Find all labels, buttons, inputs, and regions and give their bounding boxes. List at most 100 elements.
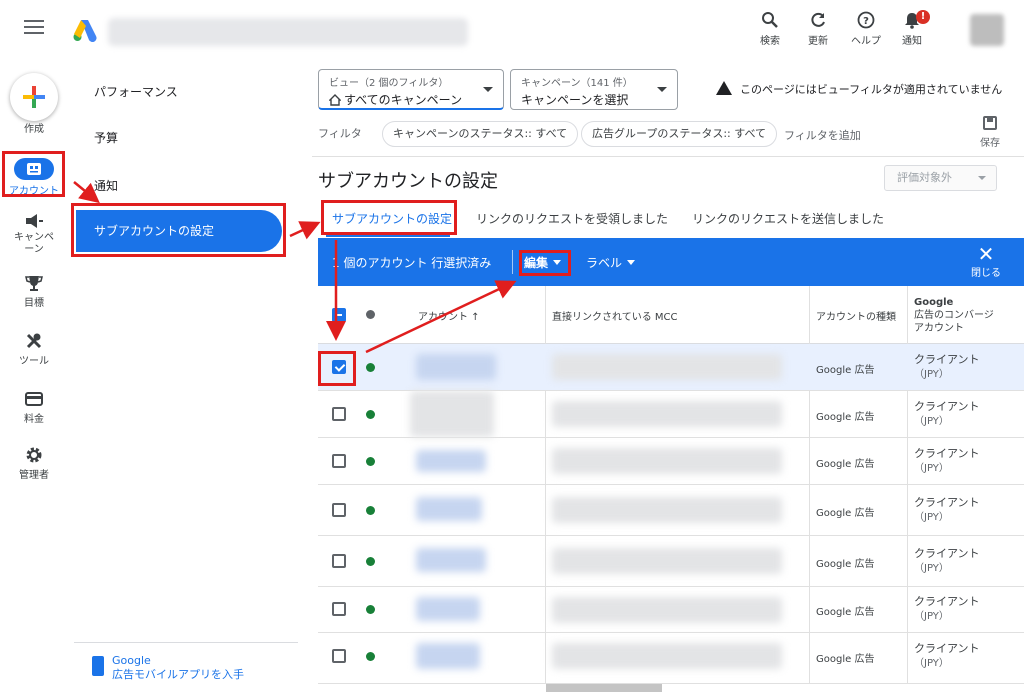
billing-icon	[0, 388, 68, 410]
horizontal-scrollbar[interactable]	[546, 684, 662, 692]
table-row[interactable]: Google 広告 クライアント （JPY）	[318, 536, 1024, 587]
subnav-item-performance[interactable]: パフォーマンス	[94, 83, 178, 100]
filter-chip-campaign-status[interactable]: キャンペーンのステータス:: すべて	[382, 121, 579, 147]
filter-chip-adgroup-status[interactable]: 広告グループのステータス:: すべて	[581, 121, 778, 147]
table-row[interactable]: Google 広告 クライアント （JPY）	[318, 587, 1024, 633]
account-name-redacted[interactable]	[416, 643, 480, 669]
annotation-box-tab	[321, 200, 457, 235]
refresh-button[interactable]: 更新	[792, 8, 844, 47]
tab-link-requests-sent[interactable]: リンクのリクエストを送信しました	[692, 210, 884, 227]
nav-billing-label: 料金	[24, 414, 44, 425]
row-checkbox[interactable]	[332, 407, 346, 421]
home-icon	[328, 94, 342, 109]
search-button[interactable]: 検索	[744, 8, 796, 47]
status-enabled-icon	[366, 363, 375, 372]
help-icon: ?	[840, 8, 892, 32]
notification-badge: !	[916, 10, 930, 24]
mcc-name-redacted	[552, 597, 782, 623]
row-checkbox[interactable]	[332, 503, 346, 517]
nav-item-campaign[interactable]: キャンペーン	[0, 210, 68, 256]
nav-item-goals[interactable]: 目標	[0, 272, 68, 309]
subnav-item-budget[interactable]: 予算	[94, 129, 118, 146]
table-row[interactable]: Google 広告 クライアント （JPY）	[318, 438, 1024, 485]
close-button[interactable]: ✕ 閉じる	[968, 244, 1004, 279]
help-button[interactable]: ? ヘルプ	[840, 8, 892, 47]
annotation-box-subaccount-settings	[71, 203, 286, 257]
table-header: アカウント ↑ 直接リンクされている MCC アカウントの種類 Google 広…	[318, 286, 1024, 344]
row-checkbox[interactable]	[332, 554, 346, 568]
account-type: Google 広告	[816, 559, 875, 570]
mobile-app-line2: 広告モバイルアプリを入手	[112, 668, 244, 681]
table-row[interactable]: Google 広告 クライアント （JPY）	[318, 344, 1024, 391]
account-type: Google 広告	[816, 654, 875, 665]
campaign-select-caption: キャンペーン（141 件）	[521, 78, 633, 89]
conversion-account: クライアント （JPY）	[914, 595, 980, 622]
plus-icon	[23, 86, 45, 108]
mcc-name-redacted	[552, 643, 782, 669]
chevron-down-icon	[657, 87, 667, 92]
menu-icon[interactable]	[24, 20, 44, 36]
mcc-name-redacted	[552, 401, 782, 427]
nav-item-billing[interactable]: 料金	[0, 388, 68, 425]
add-filter-button[interactable]: フィルタを追加	[784, 127, 861, 143]
conversion-account: クライアント （JPY）	[914, 400, 980, 427]
account-name-redacted[interactable]	[416, 548, 486, 572]
help-label: ヘルプ	[851, 36, 881, 47]
settings-icon	[0, 444, 68, 466]
save-button[interactable]: 保存	[974, 116, 1006, 149]
conversion-account: クライアント （JPY）	[914, 547, 980, 574]
account-type: Google 広告	[816, 459, 875, 470]
campaign-select[interactable]: キャンペーン（141 件） キャンペーンを選択	[510, 69, 678, 110]
nav-admin-label: 管理者	[19, 470, 49, 481]
selection-count: 1 個のアカウント 行選択済み	[332, 256, 492, 270]
account-type: Google 広告	[816, 365, 875, 376]
row-checkbox[interactable]	[332, 454, 346, 468]
chevron-down-icon	[978, 176, 986, 180]
refresh-label: 更新	[808, 36, 828, 47]
table-row[interactable]: Google 広告 クライアント （JPY）	[318, 391, 1024, 438]
save-icon	[983, 116, 997, 130]
status-enabled-icon	[366, 557, 375, 566]
close-label: 閉じる	[971, 268, 1001, 279]
table-row[interactable]: Google 広告 クライアント （JPY）	[318, 633, 1024, 684]
tab-link-requests-received[interactable]: リンクのリクエストを受領しました	[476, 210, 668, 227]
select-all-checkbox[interactable]	[332, 308, 346, 322]
account-name-redacted[interactable]	[416, 597, 480, 621]
conversion-account: クライアント （JPY）	[914, 496, 980, 523]
eval-status-dropdown[interactable]: 評価対象外	[884, 165, 997, 191]
google-ads-logo[interactable]	[72, 18, 98, 45]
annotation-box-edit	[519, 250, 571, 276]
mcc-name-redacted	[552, 548, 782, 574]
subnav-item-notifications[interactable]: 通知	[94, 177, 118, 194]
label-dropdown[interactable]: ラベル	[586, 254, 636, 271]
column-header-mcc[interactable]: 直接リンクされている MCC	[552, 286, 677, 344]
account-name-redacted[interactable]	[416, 354, 496, 380]
view-filter-select[interactable]: ビュー（2 個のフィルタ） すべてのキャンペーン	[318, 69, 504, 110]
account-name-redacted[interactable]	[416, 497, 482, 521]
account-name-redacted[interactable]	[410, 391, 494, 437]
nav-goals-label: 目標	[24, 298, 44, 309]
nav-tools-label: ツール	[19, 356, 49, 367]
mobile-app-line1: Google	[112, 654, 151, 667]
annotation-box-account-nav	[2, 151, 65, 197]
account-name-redacted[interactable]	[416, 450, 486, 472]
phone-icon	[92, 656, 104, 676]
nav-item-tools[interactable]: ツール	[0, 330, 68, 367]
tools-icon	[0, 330, 68, 352]
row-checkbox[interactable]	[332, 649, 346, 663]
conversion-account: クライアント （JPY）	[914, 447, 980, 474]
mobile-app-link[interactable]: Google 広告モバイルアプリを入手	[92, 654, 244, 682]
conversion-account: クライアント （JPY）	[914, 642, 980, 669]
avatar[interactable]	[970, 14, 1004, 46]
close-icon: ✕	[977, 242, 995, 266]
status-header-icon	[366, 310, 375, 319]
create-button[interactable]	[10, 73, 58, 121]
campaign-select-value: キャンペーンを選択	[521, 93, 629, 107]
column-header-account[interactable]: アカウント ↑	[418, 286, 480, 344]
notifications-button[interactable]: ! 通知	[886, 8, 938, 47]
nav-item-admin[interactable]: 管理者	[0, 444, 68, 481]
row-checkbox[interactable]	[332, 602, 346, 616]
table-row[interactable]: Google 広告 クライアント （JPY）	[318, 485, 1024, 536]
column-header-account-type[interactable]: アカウントの種類	[816, 286, 896, 344]
column-header-conversion[interactable]: Google 広告のコンバージ アカウント	[914, 286, 994, 344]
